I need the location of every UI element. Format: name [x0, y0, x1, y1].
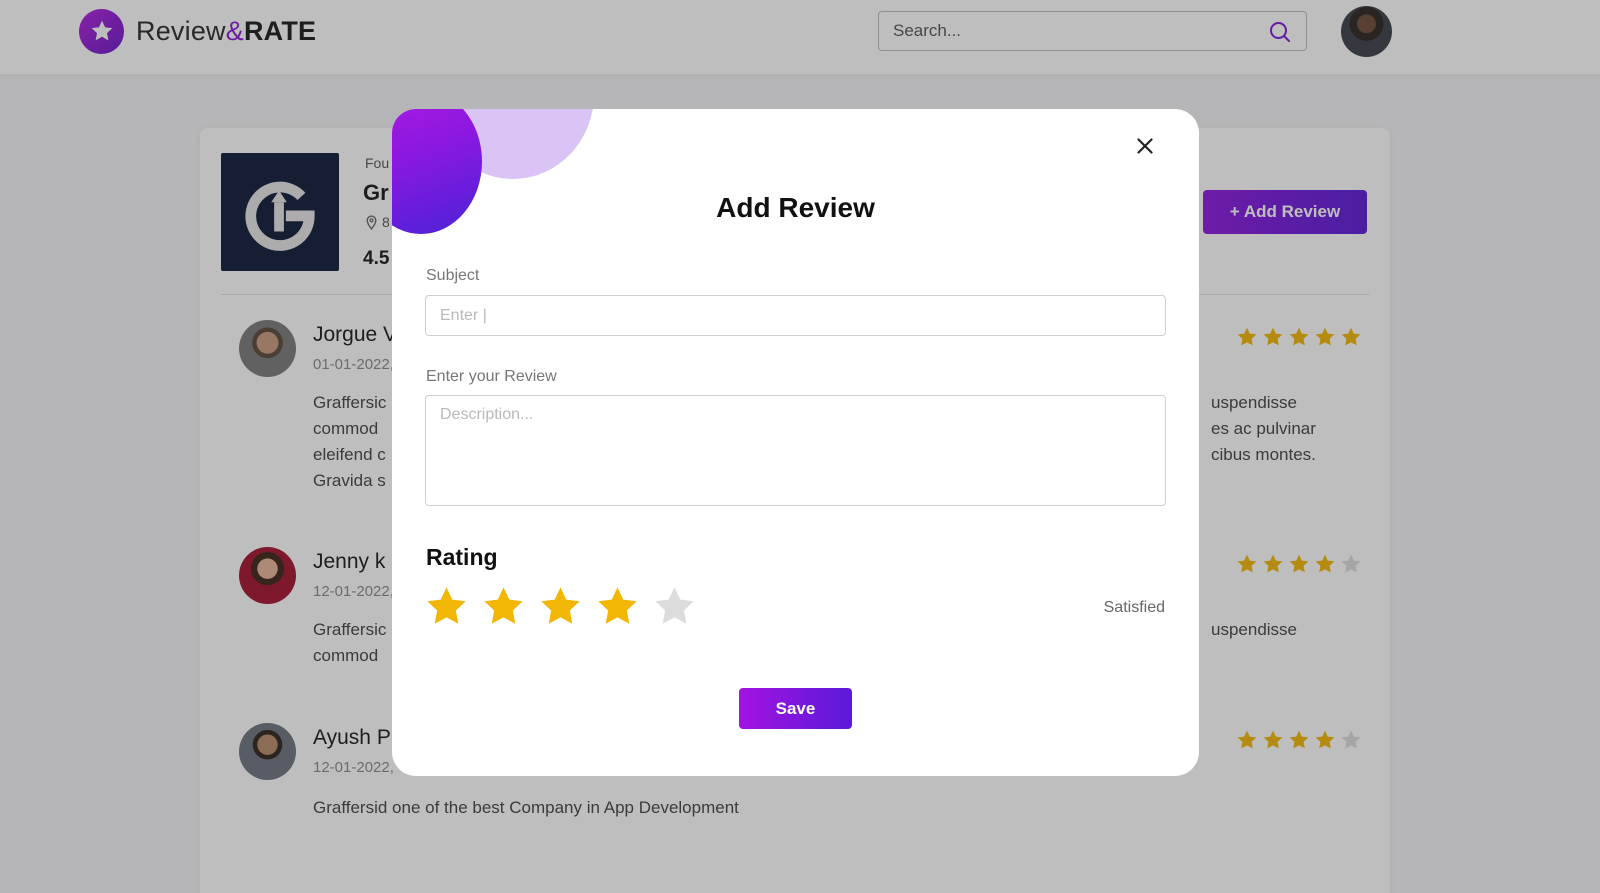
add-review-modal: Add Review Subject Enter your Review Rat…: [392, 109, 1199, 776]
rating-star-filled-icon[interactable]: [595, 584, 640, 629]
rating-star-empty-icon[interactable]: [652, 584, 697, 629]
rating-star-filled-icon[interactable]: [481, 584, 526, 629]
rating-stars: [424, 584, 697, 629]
subject-label: Subject: [426, 267, 480, 284]
review-description-input[interactable]: [425, 395, 1166, 506]
close-button[interactable]: [1132, 133, 1158, 159]
rating-description: Satisfied: [1103, 599, 1165, 616]
save-button[interactable]: Save: [739, 688, 852, 729]
close-icon: [1137, 138, 1153, 154]
subject-input[interactable]: [425, 295, 1166, 336]
rating-star-filled-icon[interactable]: [424, 584, 469, 629]
modal-title: Add Review: [716, 192, 875, 223]
rating-star-filled-icon[interactable]: [538, 584, 583, 629]
rating-label: Rating: [426, 544, 498, 570]
review-label: Enter your Review: [426, 368, 557, 385]
